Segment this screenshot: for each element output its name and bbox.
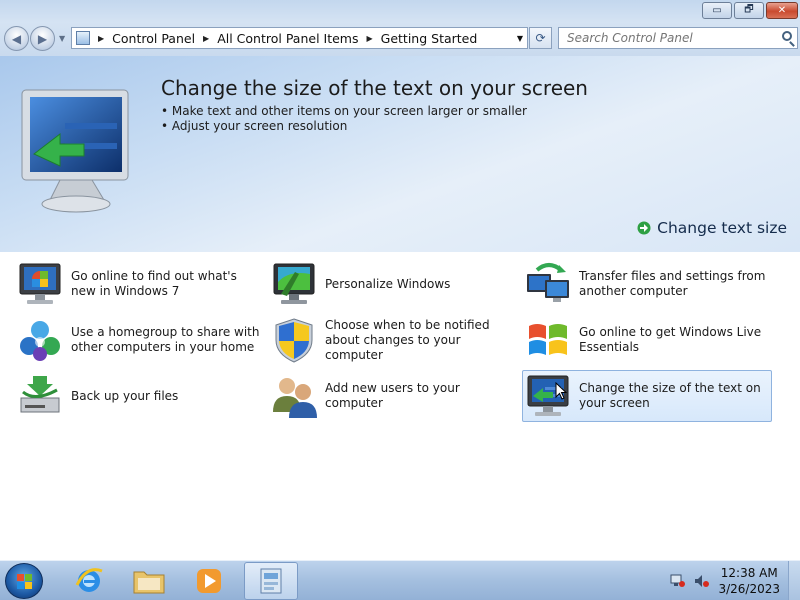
breadcrumb-all-items[interactable]: All Control Panel Items (217, 31, 358, 46)
media-player-icon (197, 569, 221, 593)
taskbar-windows-explorer[interactable] (122, 562, 176, 600)
recent-pages-dropdown[interactable]: ▼ (59, 34, 65, 43)
change-text-size-link[interactable]: Change text size (637, 219, 787, 237)
windows-logo-icon (17, 574, 32, 589)
task-label: Go online to get Windows Live Essentials (579, 325, 762, 354)
caption-buttons: ▭ 🗗 ✕ (702, 2, 798, 19)
address-dropdown-icon[interactable]: ▼ (517, 34, 523, 43)
green-arrow-icon (637, 221, 651, 235)
task-label: Add new users to your computer (325, 381, 460, 410)
taskbar: 12:38 AM 3/26/2023 (0, 560, 800, 600)
hero-bullets: Make text and other items on your screen… (161, 104, 527, 134)
forward-button[interactable]: ▶ (30, 26, 55, 51)
windows-flag-icon (529, 324, 567, 355)
task-transfer-files[interactable]: Transfer files and settings from another… (522, 258, 772, 310)
control-panel-icon (260, 568, 282, 594)
refresh-button[interactable]: ⟳ (529, 27, 552, 49)
address-bar[interactable]: ▶ Control Panel ▶ All Control Panel Item… (71, 27, 528, 49)
windows-monitor-icon (19, 263, 61, 304)
breadcrumb-chevron-icon[interactable]: ▶ (203, 34, 209, 43)
search-box[interactable] (558, 27, 798, 49)
navigation-row: ◀ ▶ ▼ ▶ Control Panel ▶ All Control Pane… (2, 26, 798, 52)
hero-bullet: Adjust your screen resolution (161, 119, 527, 134)
start-button[interactable] (5, 563, 43, 599)
change-text-size-label: Change text size (657, 219, 787, 237)
breadcrumb-control-panel[interactable]: Control Panel (112, 31, 195, 46)
clock[interactable]: 12:38 AM 3/26/2023 (718, 565, 780, 597)
taskbar-media-player[interactable] (182, 562, 236, 600)
text-size-monitor-icon (21, 89, 129, 213)
refresh-icon: ⟳ (535, 31, 546, 45)
internet-explorer-icon (75, 568, 103, 592)
personalize-monitor-icon (273, 263, 315, 304)
taskbar-internet-explorer[interactable] (62, 562, 116, 600)
homegroup-icon (20, 321, 60, 361)
maximize-button[interactable]: 🗗 (734, 2, 764, 19)
task-label: Choose when to be notified about changes… (325, 317, 490, 362)
task-backup[interactable]: Back up your files (14, 370, 264, 422)
system-tray: 12:38 AM 3/26/2023 (670, 561, 800, 600)
task-label: Back up your files (71, 388, 179, 403)
hero-panel: Change the size of the text on your scre… (0, 56, 800, 252)
uac-shield-icon (275, 318, 313, 363)
task-label: Go online to find out what's new in Wind… (71, 269, 237, 298)
clock-date: 3/26/2023 (718, 582, 780, 596)
taskbar-control-panel[interactable] (244, 562, 298, 600)
backup-drive-icon (20, 376, 60, 413)
hero-bullet: Make text and other items on your screen… (161, 104, 527, 119)
back-arrow-icon: ◀ (11, 31, 22, 46)
task-personalize[interactable]: Personalize Windows (268, 258, 518, 310)
back-button[interactable]: ◀ (4, 26, 29, 51)
clock-time: 12:38 AM (720, 566, 778, 580)
task-label: Change the size of the text on your scre… (579, 381, 761, 410)
show-desktop-button[interactable] (788, 561, 800, 600)
breadcrumb-chevron-icon[interactable]: ▶ (367, 34, 373, 43)
task-label: Transfer files and settings from another… (579, 269, 766, 298)
task-live-essentials[interactable]: Go online to get Windows Live Essentials (522, 314, 772, 366)
minimize-button[interactable]: ▭ (702, 2, 732, 19)
task-uac-notifications[interactable]: Choose when to be notified about changes… (268, 314, 518, 366)
transfer-computers-icon (527, 263, 569, 302)
task-add-users[interactable]: Add new users to your computer (268, 370, 518, 422)
breadcrumb-getting-started[interactable]: Getting Started (381, 31, 478, 46)
control-panel-window: ▭ 🗗 ✕ ◀ ▶ ▼ ▶ Control Panel ▶ All Contro… (0, 0, 800, 560)
task-whats-new[interactable]: Go online to find out what's new in Wind… (14, 258, 264, 310)
breadcrumb-chevron-icon[interactable]: ▶ (98, 34, 104, 43)
network-icon[interactable] (670, 574, 686, 588)
title-bar: ▭ 🗗 ✕ ◀ ▶ ▼ ▶ Control Panel ▶ All Contro… (0, 0, 800, 56)
task-label: Personalize Windows (325, 276, 451, 291)
search-icon[interactable] (782, 31, 792, 41)
mouse-cursor-icon (555, 382, 567, 400)
control-panel-icon (76, 31, 90, 45)
volume-muted-icon[interactable] (694, 574, 710, 588)
close-button[interactable]: ✕ (766, 2, 798, 19)
windows-explorer-icon (133, 571, 165, 594)
task-label: Use a homegroup to share with other comp… (71, 325, 260, 354)
forward-arrow-icon: ▶ (37, 31, 48, 46)
users-icon (273, 378, 317, 418)
search-input[interactable] (567, 31, 767, 45)
task-homegroup[interactable]: Use a homegroup to share with other comp… (14, 314, 264, 366)
page-title: Change the size of the text on your scre… (161, 76, 588, 100)
